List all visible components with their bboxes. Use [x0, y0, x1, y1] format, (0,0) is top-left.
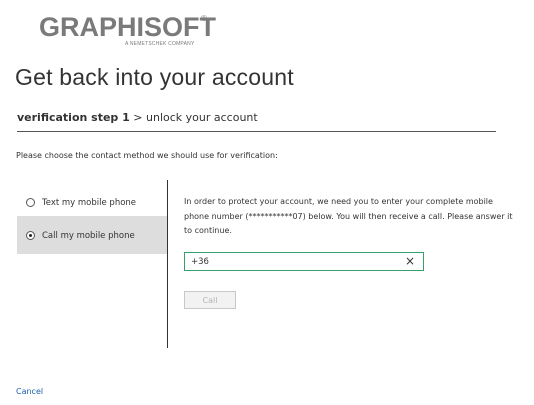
- step-breadcrumb: verification step 1 > unlock your accoun…: [17, 111, 258, 124]
- cancel-link[interactable]: Cancel: [16, 387, 43, 396]
- registered-mark: ®: [201, 14, 207, 23]
- option-label: Call my mobile phone: [42, 231, 135, 241]
- page-title: Get back into your account: [15, 64, 294, 90]
- option-label: Text my mobile phone: [42, 198, 137, 208]
- radio-button-selected[interactable]: [26, 231, 35, 240]
- graphisoft-logo: GRAPHISOFT ® A NEMETSCHEK COMPANY: [39, 12, 216, 48]
- current-step: verification step 1: [17, 111, 130, 124]
- step-separator: >: [133, 111, 143, 124]
- verification-message: In order to protect your account, we nee…: [184, 197, 513, 235]
- vertical-divider: [167, 180, 168, 348]
- call-button[interactable]: Call: [184, 291, 236, 309]
- instructions-text: Please choose the contact method we shou…: [16, 151, 278, 160]
- logo-wordmark: GRAPHISOFT: [39, 12, 217, 42]
- next-step: unlock your account: [146, 111, 258, 124]
- phone-number-input[interactable]: [191, 254, 391, 269]
- phone-number-field[interactable]: ×: [184, 252, 424, 271]
- clear-icon[interactable]: ×: [405, 254, 415, 269]
- logo-tagline: A NEMETSCHEK COMPANY: [125, 41, 195, 47]
- option-call-mobile[interactable]: Call my mobile phone: [17, 216, 167, 254]
- radio-button[interactable]: [26, 198, 35, 207]
- steps-divider: [17, 131, 496, 132]
